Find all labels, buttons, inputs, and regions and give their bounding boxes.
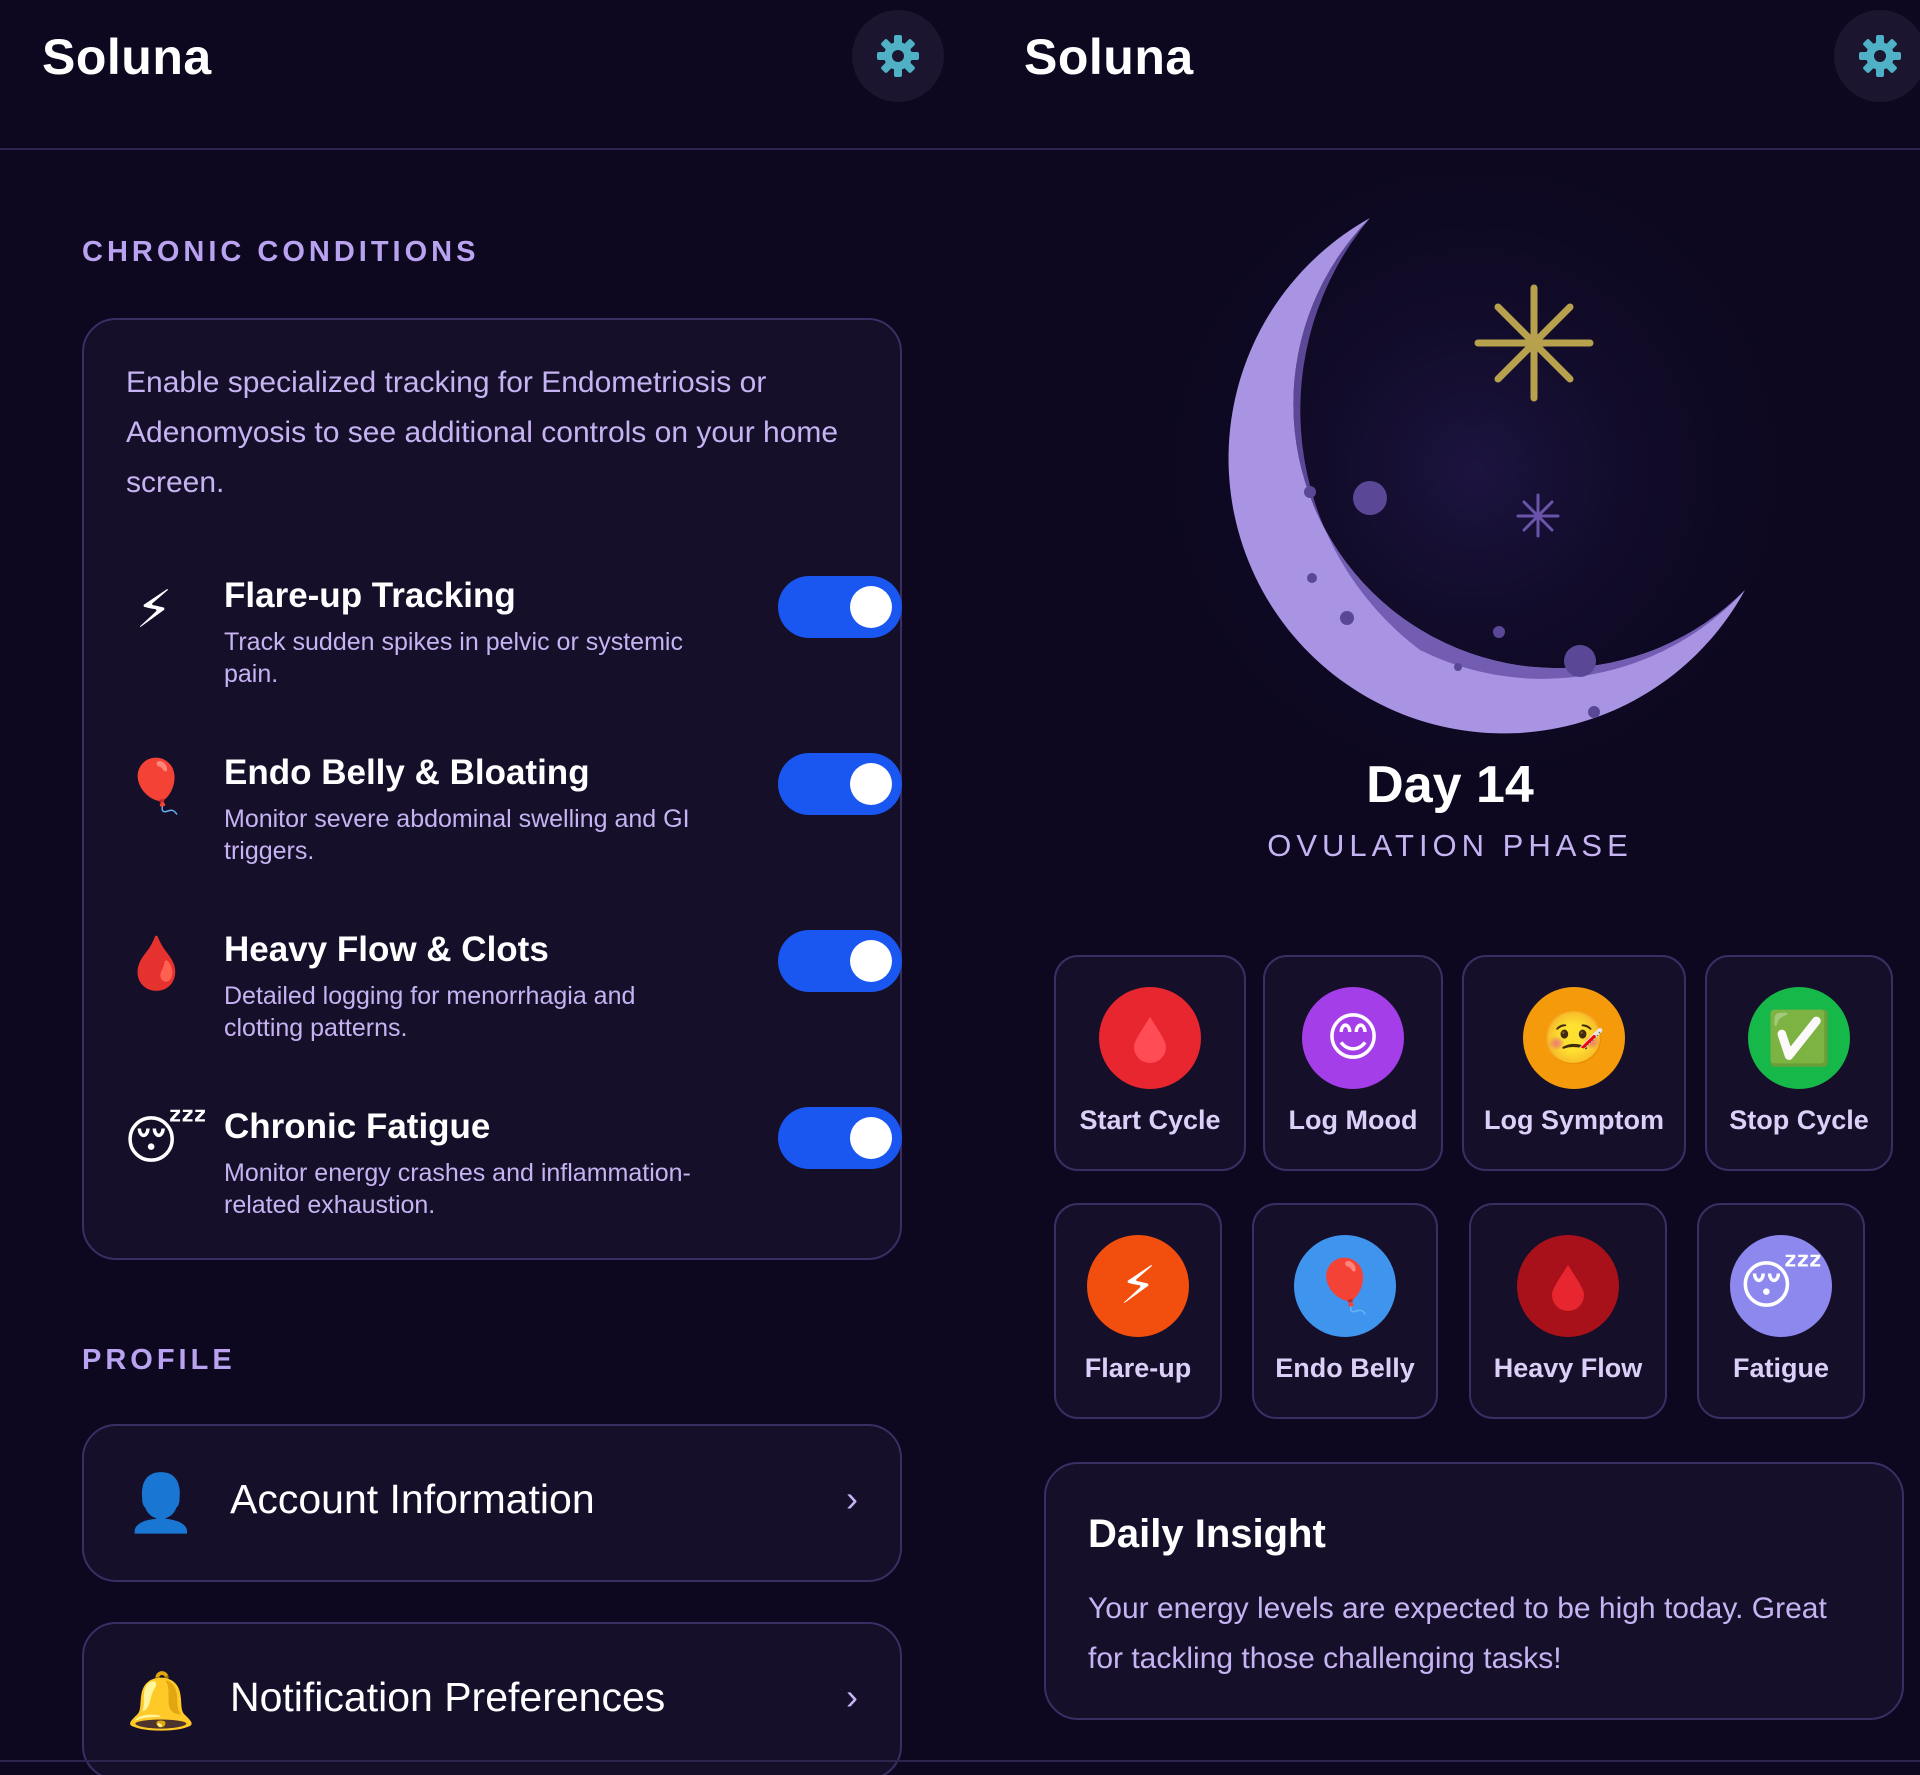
condition-description: Detailed logging for menorrhagia and clo… bbox=[224, 982, 636, 1042]
app-title: Soluna bbox=[42, 29, 212, 85]
checkmark-icon: ✅ bbox=[1748, 987, 1850, 1089]
home-header: Soluna bbox=[980, 0, 1920, 150]
person-icon: 👤 bbox=[126, 1471, 196, 1534]
chevron-right-icon: › bbox=[846, 1676, 858, 1717]
lightning-icon: ⚡ bbox=[1087, 1235, 1189, 1337]
bell-icon: 🔔 bbox=[126, 1669, 196, 1732]
link-label: Notification Preferences bbox=[230, 1674, 666, 1720]
flare-up-toggle[interactable] bbox=[778, 576, 902, 638]
condition-title: Endo Belly & Bloating bbox=[224, 753, 590, 792]
chronic-conditions-heading: CHRONIC CONDITIONS bbox=[82, 236, 480, 268]
condition-description: Track sudden spikes in pelvic or systemi… bbox=[224, 628, 683, 688]
flare-up-button[interactable]: ⚡ Flare-up bbox=[1054, 1203, 1222, 1419]
daily-insight-card: Daily Insight Your energy levels are exp… bbox=[1044, 1462, 1904, 1720]
endo-belly-toggle[interactable] bbox=[778, 753, 902, 815]
stop-cycle-button[interactable]: ✅ Stop Cycle bbox=[1705, 955, 1893, 1171]
log-symptom-button[interactable]: 🤒 Log Symptom bbox=[1462, 955, 1686, 1171]
toggle-knob bbox=[850, 1117, 892, 1159]
balloon-icon: 🎈 bbox=[1294, 1235, 1396, 1337]
heavy-flow-button[interactable]: Heavy Flow bbox=[1469, 1203, 1667, 1419]
gear-icon bbox=[877, 35, 919, 77]
action-label: Endo Belly bbox=[1275, 1353, 1415, 1383]
condition-description: Monitor severe abdominal swelling and GI… bbox=[224, 805, 690, 865]
toggle-knob bbox=[850, 940, 892, 982]
bottom-divider bbox=[0, 1760, 1920, 1762]
condition-row-heavy-flow: 🩸 Heavy Flow & Clots Detailed logging fo… bbox=[124, 930, 902, 1060]
settings-button[interactable] bbox=[852, 10, 944, 102]
app-title: Soluna bbox=[1024, 29, 1194, 85]
toggle-knob bbox=[850, 586, 892, 628]
action-label: Heavy Flow bbox=[1493, 1353, 1643, 1383]
sick-face-icon: 🤒 bbox=[1523, 987, 1625, 1089]
toggle-knob bbox=[850, 763, 892, 805]
condition-row-flare-up: ⚡ Flare-up Tracking Track sudden spikes … bbox=[124, 576, 902, 706]
action-label: Start Cycle bbox=[1079, 1105, 1221, 1135]
action-label: Log Symptom bbox=[1484, 1105, 1664, 1135]
sleepy-face-icon: 😴 bbox=[1730, 1235, 1832, 1337]
condition-row-endo-belly: 🎈 Endo Belly & Bloating Monitor severe a… bbox=[124, 753, 902, 883]
small-star-icon bbox=[1516, 493, 1560, 538]
drop-icon bbox=[1517, 1235, 1619, 1337]
drop-icon: 🩸 bbox=[124, 935, 189, 993]
cycle-day: Day 14 bbox=[1366, 756, 1534, 814]
settings-header: Soluna bbox=[0, 0, 980, 150]
chronic-conditions-intro: Enable specialized tracking for Endometr… bbox=[126, 366, 839, 499]
lightning-icon: ⚡ bbox=[135, 581, 173, 639]
fatigue-button[interactable]: 😴 Fatigue bbox=[1697, 1203, 1865, 1419]
chronic-conditions-card: Enable specialized tracking for Endometr… bbox=[82, 318, 902, 1260]
smile-icon: 😊 bbox=[1302, 987, 1404, 1089]
condition-row-fatigue: 😴 Chronic Fatigue Monitor energy crashes… bbox=[124, 1107, 902, 1237]
profile-heading: PROFILE bbox=[82, 1344, 236, 1376]
log-mood-button[interactable]: 😊 Log Mood bbox=[1263, 955, 1443, 1171]
home-screen: Soluna Day 14 OVULATION PHASE Start Cycl… bbox=[980, 0, 1920, 1775]
heavy-flow-toggle[interactable] bbox=[778, 930, 902, 992]
gear-icon bbox=[1859, 35, 1901, 77]
chevron-right-icon: › bbox=[846, 1478, 858, 1519]
condition-title: Heavy Flow & Clots bbox=[224, 930, 549, 969]
start-cycle-button[interactable]: Start Cycle bbox=[1054, 955, 1246, 1171]
sleepy-face-icon: 😴 bbox=[124, 1112, 208, 1170]
insight-body: Your energy levels are expected to be hi… bbox=[1088, 1592, 1827, 1675]
action-label: Log Mood bbox=[1288, 1105, 1418, 1135]
account-information-link[interactable]: 👤 Account Information › bbox=[82, 1424, 902, 1582]
drop-icon bbox=[1099, 987, 1201, 1089]
settings-screen: Soluna CHRONIC CONDITIONS Enable special… bbox=[0, 0, 980, 1775]
condition-description: Monitor energy crashes and inflammation-… bbox=[224, 1159, 691, 1219]
condition-title: Flare-up Tracking bbox=[224, 576, 516, 615]
condition-title: Chronic Fatigue bbox=[224, 1107, 491, 1146]
balloon-icon: 🎈 bbox=[124, 758, 189, 816]
action-label: Flare-up bbox=[1084, 1353, 1192, 1383]
moon-illustration bbox=[1115, 170, 1835, 770]
endo-belly-button[interactable]: 🎈 Endo Belly bbox=[1252, 1203, 1438, 1419]
cycle-phase: OVULATION PHASE bbox=[1267, 828, 1633, 863]
fatigue-toggle[interactable] bbox=[778, 1107, 902, 1169]
notification-preferences-link[interactable]: 🔔 Notification Preferences › bbox=[82, 1622, 902, 1775]
action-label: Stop Cycle bbox=[1729, 1105, 1869, 1135]
settings-button[interactable] bbox=[1834, 10, 1920, 102]
action-label: Fatigue bbox=[1732, 1353, 1829, 1383]
link-label: Account Information bbox=[230, 1476, 595, 1522]
insight-title: Daily Insight bbox=[1088, 1512, 1326, 1556]
